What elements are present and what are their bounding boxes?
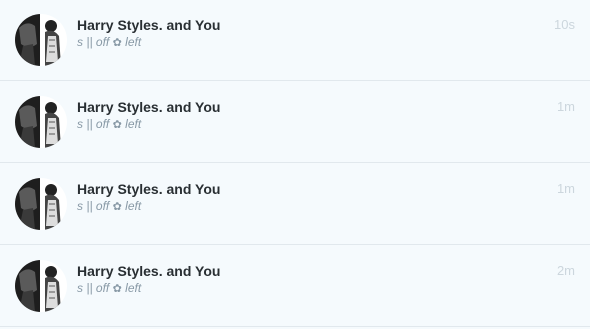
feed-item[interactable]: Harry Styles. and You s || off ✿ left 10… <box>0 0 590 81</box>
status-prefix: s || off <box>77 281 110 295</box>
avatar[interactable] <box>15 260 67 312</box>
status-text: s || off ✿ left <box>77 117 141 131</box>
status-suffix: left <box>125 281 142 295</box>
flower-icon: ✿ <box>112 201 122 213</box>
status-text: s || off ✿ left <box>77 35 141 49</box>
timestamp[interactable]: 1m <box>557 99 575 114</box>
status-suffix: left <box>125 199 142 213</box>
timestamp[interactable]: 2m <box>557 263 575 278</box>
profile-photo-icon <box>15 260 67 312</box>
status-text: s || off ✿ left <box>77 281 141 295</box>
status-suffix: left <box>125 35 142 49</box>
feed-item[interactable]: Harry Styles. and You s || off ✿ left 1m <box>0 164 590 245</box>
status-prefix: s || off <box>77 35 110 49</box>
status-text: s || off ✿ left <box>77 199 141 213</box>
feed-item[interactable]: Harry Styles. and You s || off ✿ left 2m <box>0 246 590 327</box>
status-suffix: left <box>125 117 142 131</box>
flower-icon: ✿ <box>112 283 122 295</box>
profile-photo-icon <box>15 178 67 230</box>
profile-photo-icon <box>15 96 67 148</box>
status-prefix: s || off <box>77 199 110 213</box>
status-prefix: s || off <box>77 117 110 131</box>
display-name[interactable]: Harry Styles. and You <box>77 181 220 197</box>
avatar[interactable] <box>15 96 67 148</box>
flower-icon: ✿ <box>112 37 122 49</box>
flower-icon: ✿ <box>112 119 122 131</box>
timestamp[interactable]: 10s <box>554 17 575 32</box>
display-name[interactable]: Harry Styles. and You <box>77 99 220 115</box>
avatar[interactable] <box>15 178 67 230</box>
display-name[interactable]: Harry Styles. and You <box>77 17 220 33</box>
display-name[interactable]: Harry Styles. and You <box>77 263 220 279</box>
feed-item[interactable]: Harry Styles. and You s || off ✿ left 1m <box>0 82 590 163</box>
notification-feed: Harry Styles. and You s || off ✿ left 10… <box>0 0 590 329</box>
timestamp[interactable]: 1m <box>557 181 575 196</box>
avatar[interactable] <box>15 14 67 66</box>
profile-photo-icon <box>15 14 67 66</box>
